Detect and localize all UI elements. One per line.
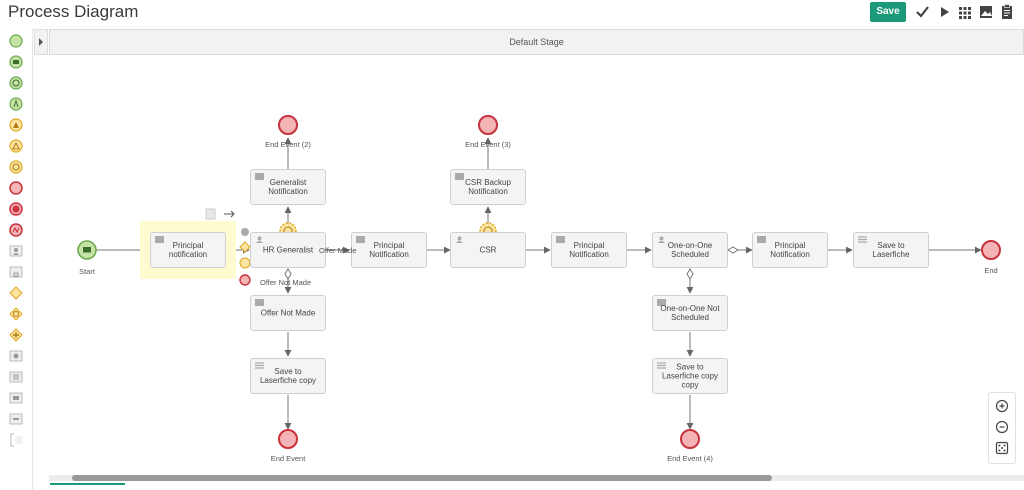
end-event-4-label: End Event (4)	[667, 454, 713, 463]
task-save-to-laserfiche-copy-copy[interactable]: Save to Laserfiche copy copy	[652, 358, 728, 394]
image-icon[interactable]	[978, 3, 994, 21]
timer-pad-icon	[239, 257, 251, 269]
end-event-2	[278, 115, 298, 135]
sub-process-icon[interactable]	[8, 264, 24, 280]
connect-pad-icon	[224, 210, 235, 218]
user-task-icon[interactable]	[8, 243, 24, 259]
task-principal-notification[interactable]: Principal notification	[150, 232, 226, 268]
script-task-icon[interactable]	[8, 369, 24, 385]
service-task-icon[interactable]	[8, 348, 24, 364]
check-icon[interactable]	[914, 3, 930, 21]
task-csr-backup-notification[interactable]: CSR Backup Notification	[450, 169, 526, 205]
task-csr[interactable]: CSR	[450, 232, 526, 268]
end-event-final	[981, 240, 1001, 260]
zoom-controls	[988, 392, 1016, 464]
exclusive-gateway-icon[interactable]	[8, 285, 24, 301]
terminate-end-icon[interactable]	[8, 201, 24, 217]
task-hr-generalist[interactable]: HR Generalist	[250, 232, 326, 268]
end-event-4	[680, 429, 700, 449]
message-task-icon[interactable]	[8, 390, 24, 406]
end-event-3-label: End Event (3)	[465, 140, 511, 149]
message-start-marker	[83, 247, 91, 253]
task-generalist-notification[interactable]: Generalist Notification	[250, 169, 326, 205]
play-icon[interactable]	[936, 3, 952, 21]
horizontal-scrollbar-thumb[interactable]	[72, 475, 772, 481]
intermediate-event-icon[interactable]	[8, 138, 24, 154]
annotation-pad-icon	[205, 208, 216, 220]
end-event-2-label: End Event (2)	[265, 140, 311, 149]
task-principal-notification-3[interactable]: Principal Notification	[551, 232, 627, 268]
end-event-icon[interactable]	[8, 180, 24, 196]
clipboard-icon[interactable]	[999, 3, 1015, 21]
annotation-icon[interactable]	[8, 432, 24, 448]
stage-collapse-toggle[interactable]	[34, 29, 48, 55]
escalation-event-icon[interactable]	[8, 117, 24, 133]
user-icon	[256, 236, 263, 243]
start-label: Start	[79, 267, 95, 276]
zoom-in-icon[interactable]	[994, 398, 1010, 414]
condition-marker	[686, 268, 694, 280]
end-event-label: End Event	[270, 454, 306, 463]
edge-label-offer-made: Offer Made	[319, 246, 357, 255]
task-save-to-laserfiche-copy[interactable]: Save to Laserfiche copy	[250, 358, 326, 394]
data-icon[interactable]	[8, 411, 24, 427]
timer-event-icon[interactable]	[8, 159, 24, 175]
end-label: End	[984, 266, 998, 275]
task-one-on-one-not-scheduled[interactable]: One-on-One Not Scheduled	[652, 295, 728, 331]
accent-strip	[50, 483, 125, 485]
fit-to-screen-icon[interactable]	[994, 440, 1010, 456]
user-icon	[456, 236, 463, 243]
end-event	[278, 429, 298, 449]
end-event-3	[478, 115, 498, 135]
page-title: Process Diagram	[8, 2, 139, 21]
diagram-canvas[interactable]: Principal notification HR Generalist Gen…	[49, 55, 1024, 475]
user-pad-icon	[241, 228, 249, 236]
end-pad-icon	[239, 274, 251, 286]
task-save-to-laserfiche[interactable]: Save to Laserfiche	[853, 232, 929, 268]
chevron-right-icon	[39, 38, 43, 46]
task-principal-notification-2[interactable]: Principal Notification	[351, 232, 427, 268]
inclusive-gateway-icon[interactable]	[8, 306, 24, 322]
error-end-icon[interactable]	[8, 222, 24, 238]
start-event-icon[interactable]	[8, 33, 24, 49]
task-one-on-one-scheduled[interactable]: One-on-One Scheduled	[652, 232, 728, 268]
task-principal-notification-4[interactable]: Principal Notification	[752, 232, 828, 268]
shape-palette	[0, 28, 33, 490]
signal-start-icon[interactable]	[8, 96, 24, 112]
stage-header: Default Stage	[49, 29, 1024, 55]
save-button[interactable]: Save	[870, 2, 906, 22]
task-offer-not-made[interactable]: Offer Not Made	[250, 295, 326, 331]
message-start-icon[interactable]	[8, 54, 24, 70]
timer-start-icon[interactable]	[8, 75, 24, 91]
zoom-out-icon[interactable]	[994, 419, 1010, 435]
grid-icon[interactable]	[957, 3, 973, 21]
parallel-gateway-icon[interactable]	[8, 327, 24, 343]
message-icon	[255, 299, 264, 306]
condition-marker	[727, 246, 739, 254]
title-bar: Process Diagram Save	[0, 0, 1024, 26]
edge-label-offer-not-made: Offer Not Made	[260, 278, 312, 287]
